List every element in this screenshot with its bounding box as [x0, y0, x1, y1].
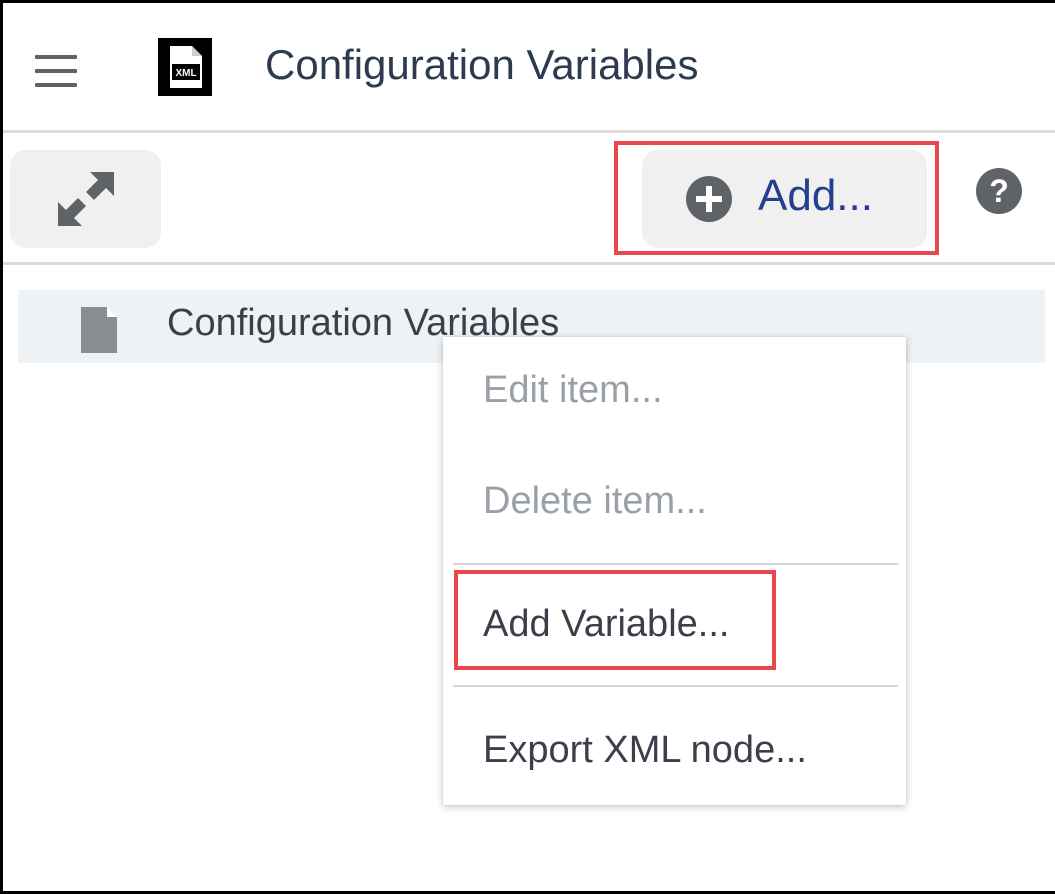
app-header: XML Configuration Variables — [3, 3, 1055, 131]
add-button[interactable]: Add... — [642, 150, 927, 248]
page-title: Configuration Variables — [265, 41, 699, 88]
expand-button[interactable] — [10, 150, 161, 248]
help-circle-icon[interactable]: ? — [975, 167, 1023, 215]
hamburger-menu-icon[interactable] — [35, 55, 77, 89]
menu-separator — [453, 685, 898, 687]
toolbar-divider — [3, 262, 1055, 265]
menu-item-export-xml[interactable]: Export XML node... — [483, 729, 807, 772]
expand-arrows-icon — [58, 172, 114, 226]
file-icon — [81, 307, 117, 353]
xml-file-icon: XML — [158, 38, 212, 96]
plus-circle-icon — [686, 176, 732, 222]
add-button-label: Add... — [758, 171, 873, 220]
xml-icon-text: XML — [175, 68, 196, 79]
menu-item-edit[interactable]: Edit item... — [483, 369, 663, 412]
menu-separator — [453, 563, 898, 565]
svg-text:?: ? — [989, 173, 1009, 209]
header-divider — [3, 130, 1055, 133]
add-variable-highlight — [454, 570, 776, 670]
menu-item-delete[interactable]: Delete item... — [483, 480, 707, 523]
